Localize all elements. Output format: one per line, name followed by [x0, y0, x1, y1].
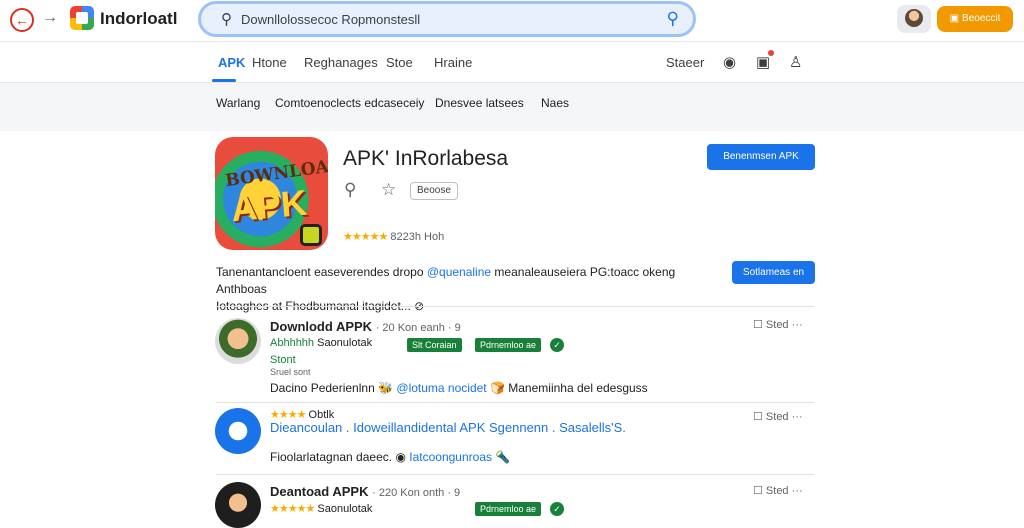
star-icon[interactable]: ☆ — [381, 180, 396, 200]
reviewer-avatar — [215, 408, 261, 454]
rating-stars-icon: ★★★★★ — [270, 503, 315, 515]
secondary-action-button[interactable]: Sotlameas en — [732, 261, 815, 284]
review-rating-row: ★★★★★ Saonulotak — [270, 503, 373, 515]
subnav-item-latest[interactable]: Dnesvee latsees — [435, 96, 524, 110]
rating-count: 8223h Hoh — [390, 231, 445, 243]
install-button[interactable]: Benenmsen APK — [707, 144, 815, 170]
top-bar: ← → Indorloatl ⚲ Downllolossecoc Ropmons… — [0, 0, 1024, 42]
category-chip[interactable]: Beoose — [410, 182, 458, 200]
subnav-item-naes[interactable]: Naes — [541, 96, 569, 110]
signin-icon: ▣ — [949, 13, 960, 24]
tab-home-alt[interactable]: Hraine — [434, 55, 472, 70]
signin-button[interactable]: ▣ Beoeccit — [937, 6, 1013, 32]
avatar — [905, 9, 923, 27]
tab-apk[interactable]: APK — [218, 55, 245, 70]
review-small-note: Sruel sont — [270, 367, 311, 377]
review-tag-chip[interactable]: Pdrnemloo ae — [475, 502, 542, 516]
active-tab-indicator — [212, 79, 236, 82]
reviewer-avatar — [215, 482, 261, 528]
app-title: APK' InRorlabesa — [343, 147, 509, 170]
subnav-item-warlang[interactable]: Warlang — [216, 96, 260, 110]
app-icon-main-text: APK — [229, 181, 309, 230]
brand-name[interactable]: Indorloatl — [100, 9, 177, 29]
review-title[interactable]: Dieancoulan . Idoweillandidental APK Sge… — [270, 420, 626, 435]
divider — [216, 402, 814, 403]
emoji-icon: 🍞 — [489, 381, 505, 395]
search-input[interactable]: Downllolossecoc Ropmonstesll — [241, 12, 420, 27]
description-line-1: Tanenantancloent easeverendes dropo @que… — [216, 265, 676, 296]
reviewer-name: Deantoad APPK · 220 Kon onth · 9 — [270, 484, 461, 499]
emoji-icon: ◉ — [395, 450, 406, 464]
search-submit-icon[interactable]: ⚲ — [667, 9, 679, 29]
review-actions[interactable]: ☐ Sted ··· — [753, 410, 803, 423]
reviewer-name: Downlodd APPK · 20 Kon eanh · 9 — [270, 319, 461, 334]
review-item: Deantoad APPK · 220 Kon onth · 9 ★★★★★ S… — [215, 480, 815, 528]
tab-pages[interactable]: Reghanages — [304, 55, 378, 70]
description-link[interactable]: @quenaline — [427, 265, 491, 279]
review-substatus: Stont — [270, 354, 296, 366]
emoji-icon: 🐝 — [378, 381, 394, 395]
divider — [216, 306, 814, 307]
review-tag-chip[interactable]: Slt Coraian — [407, 338, 462, 352]
sub-navigation: Warlang Comtoenoclects edcaseceiy Dnesve… — [0, 83, 1024, 131]
back-icon[interactable]: ← — [10, 8, 34, 32]
brand-logo-icon[interactable] — [70, 6, 94, 30]
review-actions[interactable]: ☐ Sted ··· — [753, 318, 803, 331]
app-rating: ★★★★★ 8223h Hoh — [343, 230, 444, 243]
subnav-item-components[interactable]: Comtoenoclects edcaseceiy — [275, 96, 424, 110]
review-actions[interactable]: ☐ Sted ··· — [753, 484, 803, 497]
reviewer-avatar — [215, 318, 261, 364]
app-icon-badge — [300, 224, 322, 246]
review-body: Fioolarlatagnan daeec. ◉ Iatcoongunroas … — [270, 450, 511, 464]
notification-badge — [768, 50, 774, 56]
notification-icon[interactable]: ▣ — [756, 53, 770, 71]
search-icon[interactable]: ⚲ — [344, 180, 356, 200]
account-avatar-button[interactable] — [897, 5, 931, 33]
verified-check-icon: ✓ — [550, 338, 564, 352]
compass-icon[interactable]: ◉ — [723, 53, 736, 71]
review-rating-row: Abhhhhh Saonulotak — [270, 337, 373, 349]
main-tabs: APK Htone Reghanages Stoe Hraine Staeer … — [0, 43, 1024, 83]
rating-stars-icon: ★★★★★ — [343, 231, 388, 243]
tab-staeer[interactable]: Staeer — [666, 55, 704, 70]
forward-icon[interactable]: → — [42, 9, 58, 27]
verified-check-icon: ✓ — [550, 502, 564, 516]
search-bar[interactable]: ⚲ Downllolossecoc Ropmonstesll ⚲ — [198, 1, 696, 37]
search-icon: ⚲ — [221, 11, 232, 28]
review-item: Downlodd APPK · 20 Kon eanh · 9 Abhhhhh … — [215, 316, 815, 406]
tab-store[interactable]: Stoe — [386, 55, 413, 70]
tab-home[interactable]: Htone — [252, 55, 287, 70]
review-body: Dacino Pederienlnn 🐝 @lotuma nocidet 🍞 M… — [270, 381, 648, 395]
app-icon: BOWNLOAD APK — [215, 137, 328, 250]
emoji-icon: 🔦 — [495, 450, 511, 464]
review-tag-chip[interactable]: Pdrnemloo ae — [475, 338, 542, 352]
profile-icon[interactable]: ♙ — [789, 53, 802, 71]
review-item: ★★★★ Obtlk Dieancoulan . Idoweillandiden… — [215, 406, 815, 472]
divider — [216, 474, 814, 475]
app-description: Tanenantancloent easeverendes dropo @que… — [216, 264, 726, 315]
